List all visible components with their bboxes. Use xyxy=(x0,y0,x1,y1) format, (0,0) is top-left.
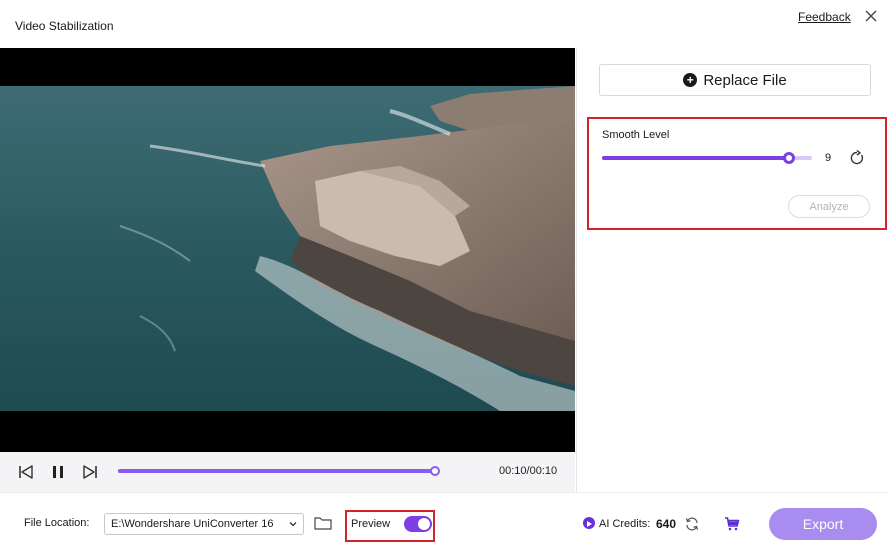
title-bar: Video Stabilization Feedback xyxy=(0,0,889,48)
settings-panel xyxy=(576,48,889,492)
replace-file-label: Replace File xyxy=(703,71,787,89)
file-location-select[interactable]: E:\Wondershare UniConverter 16 xyxy=(104,513,304,535)
refresh-icon[interactable] xyxy=(684,516,700,532)
playback-progress-track[interactable] xyxy=(118,469,436,473)
file-location-value: E:\Wondershare UniConverter 16 xyxy=(111,518,274,530)
app-window: Video Stabilization Feedback 00:10/00:10… xyxy=(0,0,889,552)
ai-credits-icon xyxy=(583,517,595,529)
video-preview xyxy=(0,48,575,452)
feedback-link[interactable]: Feedback xyxy=(798,10,851,24)
playback-time: 00:10/00:10 xyxy=(499,465,558,477)
smooth-level-slider-fill xyxy=(602,156,789,160)
playback-progress-thumb[interactable] xyxy=(430,466,440,476)
export-button[interactable]: Export xyxy=(769,508,877,540)
pause-icon[interactable] xyxy=(49,463,67,481)
smooth-level-value: 9 xyxy=(825,152,832,164)
ai-credits-label: AI Credits: xyxy=(599,518,651,530)
folder-icon[interactable] xyxy=(314,515,332,531)
next-frame-icon[interactable] xyxy=(81,463,99,481)
close-icon[interactable] xyxy=(862,7,880,25)
reset-icon[interactable] xyxy=(849,149,865,166)
smooth-level-slider-thumb[interactable] xyxy=(782,152,795,164)
preview-label: Preview xyxy=(351,518,391,530)
cart-icon[interactable] xyxy=(724,516,740,532)
file-location-label: File Location: xyxy=(24,517,90,529)
previous-frame-icon[interactable] xyxy=(17,463,35,481)
playback-progress-fill xyxy=(118,469,436,473)
window-title: Video Stabilization xyxy=(15,19,114,33)
replace-file-button[interactable]: + Replace File xyxy=(599,64,871,96)
preview-toggle-knob xyxy=(418,518,430,530)
plus-circle-icon: + xyxy=(683,73,698,87)
video-frame xyxy=(0,86,575,411)
smooth-level-label: Smooth Level xyxy=(602,129,670,141)
ai-credits-value: 640 xyxy=(656,517,677,531)
analyze-button[interactable]: Analyze xyxy=(788,195,870,218)
smooth-level-slider[interactable] xyxy=(602,156,812,160)
chevron-down-icon xyxy=(289,522,297,527)
preview-toggle[interactable] xyxy=(404,516,432,532)
